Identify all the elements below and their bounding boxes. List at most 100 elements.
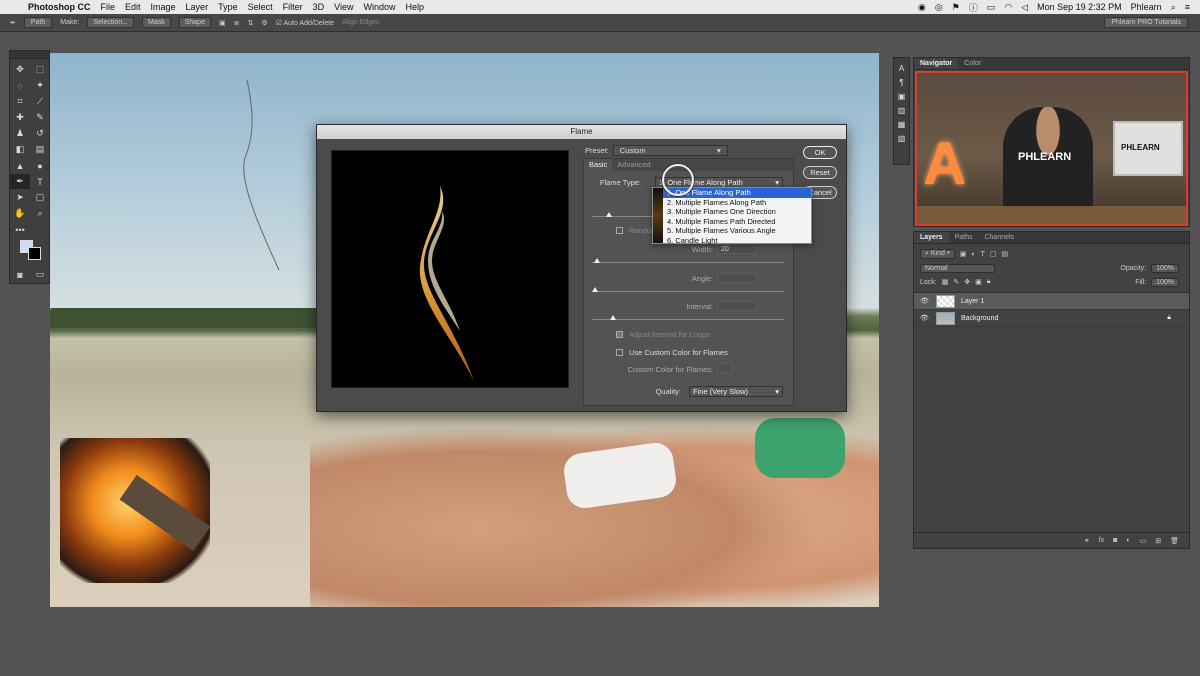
- tools-grip[interactable]: [10, 51, 49, 59]
- screen-mode-icon[interactable]: ▭: [30, 267, 50, 282]
- tab-paths[interactable]: Paths: [949, 232, 979, 243]
- link-icon[interactable]: ⚭: [1084, 537, 1090, 545]
- tab-advanced[interactable]: Advanced: [612, 159, 655, 171]
- clock[interactable]: Mon Sep 19 2:32 PM: [1037, 2, 1122, 12]
- more-tools-icon[interactable]: •••: [10, 222, 30, 237]
- menu-filter[interactable]: Filter: [283, 2, 303, 12]
- marquee-tool-icon[interactable]: ⬚: [30, 62, 50, 77]
- app-name[interactable]: Photoshop CC: [28, 2, 91, 12]
- history-brush-icon[interactable]: ↺: [30, 126, 50, 141]
- filter-pixel-icon[interactable]: ▣: [960, 250, 967, 258]
- menu-window[interactable]: Window: [363, 2, 395, 12]
- flag-icon[interactable]: ⚑: [952, 2, 960, 13]
- record-icon[interactable]: ◉: [918, 2, 926, 13]
- menu-edit[interactable]: Edit: [125, 2, 141, 12]
- stamp-tool-icon[interactable]: ♟: [10, 126, 30, 141]
- selection-button[interactable]: Selection...: [87, 17, 134, 28]
- length-slider-knob[interactable]: [606, 212, 612, 217]
- new-layer-icon[interactable]: ⊞: [1155, 537, 1161, 545]
- width-slider-knob[interactable]: [594, 258, 600, 263]
- fx-icon[interactable]: fx: [1099, 537, 1104, 544]
- flame-preview[interactable]: [331, 150, 569, 388]
- hand-tool-icon[interactable]: ✋: [10, 206, 30, 221]
- brush-panel-icon[interactable]: ▦: [898, 120, 906, 129]
- brush-tool-icon[interactable]: ✎: [30, 110, 50, 125]
- gradient-tool-icon[interactable]: ▤: [30, 142, 50, 157]
- crop-tool-icon[interactable]: ⌗: [10, 94, 30, 109]
- flame-type-option-3[interactable]: 3. Multiple Flames One Direction: [653, 207, 811, 217]
- adjustments-icon[interactable]: ▥: [898, 106, 906, 115]
- angle-slider-knob[interactable]: [592, 287, 598, 292]
- sync-icon[interactable]: ◎: [935, 2, 943, 13]
- background-color[interactable]: [28, 247, 41, 260]
- eraser-tool-icon[interactable]: ◧: [10, 142, 30, 157]
- custom-color-swatch[interactable]: [717, 363, 733, 373]
- flame-type-option-6[interactable]: 6. Candle Light: [653, 236, 811, 246]
- angle-input[interactable]: [717, 273, 757, 283]
- angle-slider[interactable]: [592, 287, 784, 292]
- filter-adjust-icon[interactable]: ◐: [971, 251, 975, 258]
- visibility-eye-icon[interactable]: 👁︎: [920, 297, 930, 305]
- flame-type-option-2[interactable]: 2. Multiple Flames Along Path: [653, 198, 811, 208]
- interval-slider[interactable]: [592, 315, 784, 320]
- menu-3d[interactable]: 3D: [313, 2, 325, 12]
- shape-tool-icon[interactable]: ▢: [30, 190, 50, 205]
- tab-navigator[interactable]: Navigator: [914, 58, 959, 69]
- type-tool-icon[interactable]: T: [30, 174, 50, 189]
- gear-icon[interactable]: ⚙: [261, 19, 267, 27]
- healing-brush-icon[interactable]: ✚: [10, 110, 30, 125]
- menu-help[interactable]: Help: [405, 2, 424, 12]
- tab-basic[interactable]: Basic: [584, 159, 613, 171]
- menu-view[interactable]: View: [334, 2, 353, 12]
- quick-mask-icon[interactable]: ◙: [10, 267, 30, 282]
- preset-select[interactable]: Custom ▾: [612, 145, 728, 156]
- spotlight-icon[interactable]: ⌕: [1171, 2, 1176, 13]
- auto-add-checkbox[interactable]: ☑ Auto Add/Delete: [276, 19, 334, 27]
- width-input[interactable]: 20: [717, 244, 757, 254]
- path-select-icon[interactable]: ➤: [10, 190, 30, 205]
- lock-transparency-icon[interactable]: ▦: [942, 278, 949, 286]
- paragraph-icon[interactable]: ¶: [899, 78, 903, 87]
- menu-file[interactable]: File: [101, 2, 116, 12]
- lock-artboard-icon[interactable]: ▣: [975, 278, 982, 286]
- layer-filter-select[interactable]: ⌕ Kind ▾: [920, 249, 955, 259]
- list-icon[interactable]: ≡: [1185, 2, 1190, 12]
- filter-type-icon[interactable]: T: [981, 251, 985, 258]
- menu-layer[interactable]: Layer: [186, 2, 209, 12]
- navigator-view-box[interactable]: [915, 71, 1188, 226]
- menu-image[interactable]: Image: [151, 2, 176, 12]
- swatches-icon[interactable]: ▧: [898, 134, 906, 143]
- menu-select[interactable]: Select: [248, 2, 273, 12]
- path-ops-icon[interactable]: ▣: [219, 19, 226, 27]
- adjustment-layer-icon[interactable]: ◐: [1126, 537, 1130, 544]
- lasso-tool-icon[interactable]: ◌: [10, 78, 30, 93]
- tab-color[interactable]: Color: [958, 58, 987, 69]
- move-tool-icon[interactable]: ✥: [10, 62, 30, 77]
- pen-tool-icon[interactable]: ✒: [10, 174, 30, 189]
- blur-tool-icon[interactable]: ▲: [10, 158, 30, 173]
- lock-pixels-icon[interactable]: ✎: [953, 278, 959, 286]
- flame-type-option-4[interactable]: 4. Multiple Flames Path Directed: [653, 217, 811, 227]
- flame-type-option-5[interactable]: 5. Multiple Flames Various Angle: [653, 226, 811, 236]
- shape-button[interactable]: Shape: [178, 17, 211, 28]
- filter-smart-icon[interactable]: ▤: [1002, 250, 1009, 258]
- adjust-interval-checkbox[interactable]: Adjust Interval for Loops: [616, 330, 710, 339]
- interval-slider-knob[interactable]: [610, 315, 616, 320]
- properties-icon[interactable]: ▣: [898, 92, 906, 101]
- lock-position-icon[interactable]: ✥: [964, 278, 970, 286]
- ok-button[interactable]: OK: [803, 146, 837, 159]
- quality-select[interactable]: Fine (Very Slow) ▾: [689, 386, 783, 397]
- info-icon[interactable]: ⓘ: [969, 1, 978, 14]
- align-icon[interactable]: ≣: [234, 19, 240, 27]
- tab-layers[interactable]: Layers: [914, 232, 949, 243]
- interval-input[interactable]: [717, 301, 757, 311]
- layer-row-background[interactable]: 👁︎ Background 🔒︎: [914, 310, 1189, 327]
- filter-shape-icon[interactable]: ▢: [990, 250, 997, 258]
- visibility-eye-icon[interactable]: 👁︎: [920, 314, 930, 322]
- mask-button[interactable]: Mask: [141, 17, 171, 28]
- display-icon[interactable]: ▭: [987, 2, 996, 13]
- dialog-title[interactable]: Flame: [317, 125, 846, 139]
- user-name[interactable]: Phlearn: [1131, 2, 1162, 12]
- reset-button[interactable]: Reset: [803, 166, 837, 179]
- wifi-icon[interactable]: ◠: [1004, 2, 1012, 13]
